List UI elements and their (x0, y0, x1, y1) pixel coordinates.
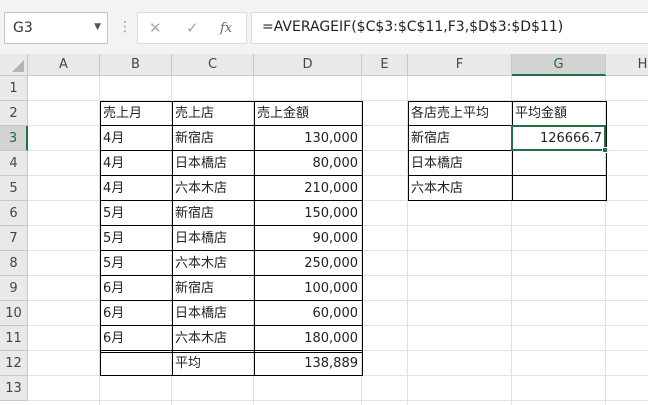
row-header-3[interactable]: 3 (0, 126, 28, 151)
table-border (100, 200, 363, 201)
formula-input[interactable]: =AVERAGEIF($C$3:$C$11,F3,$D$3:$D$11) (251, 12, 648, 44)
row-header-2[interactable]: 2 (0, 101, 28, 126)
header-store-average[interactable]: 各店売上平均 (408, 101, 511, 126)
row-header-10[interactable]: 10 (0, 301, 28, 326)
column-header-c[interactable]: C (172, 54, 254, 76)
cell-month[interactable]: 4月 (100, 126, 171, 151)
table-border (100, 175, 363, 176)
row-header-8[interactable]: 8 (0, 251, 28, 276)
name-box[interactable]: G3 ▼ (4, 12, 108, 44)
fill-handle[interactable] (602, 147, 608, 153)
cell-store[interactable]: 六本木店 (172, 326, 253, 351)
spreadsheet-grid[interactable]: A B C D E F G H 1 2 3 4 5 6 7 8 9 10 11 12 13 売上月 売上店 売上金額 4月 新宿店… (0, 54, 648, 405)
gridline-horizontal (28, 400, 648, 401)
selected-cell-outline (511, 125, 606, 151)
column-header-g[interactable]: G (512, 54, 606, 76)
cell-amount[interactable]: 180,000 (254, 326, 361, 351)
cell-store[interactable]: 六本木店 (172, 176, 253, 201)
cell-store[interactable]: 新宿店 (172, 201, 253, 226)
cell-month[interactable]: 4月 (100, 176, 171, 201)
enter-icon[interactable]: ✓ (186, 19, 199, 37)
cell-month[interactable]: 5月 (100, 251, 171, 276)
table-border (408, 200, 607, 201)
formula-text: =AVERAGEIF($C$3:$C$11,F3,$D$3:$D$11) (262, 19, 564, 35)
cell-store[interactable]: 六本木店 (172, 251, 253, 276)
row-header-5[interactable]: 5 (0, 176, 28, 201)
table-border (100, 300, 363, 301)
formula-buttons: ✕ ✓ fx (137, 12, 247, 44)
chevron-down-icon[interactable]: ▼ (94, 22, 101, 32)
row-header-9[interactable]: 9 (0, 276, 28, 301)
table-border (100, 125, 363, 126)
table-border (100, 325, 363, 326)
insert-function-icon[interactable]: fx (220, 20, 232, 38)
table-border (408, 175, 607, 176)
column-header-f[interactable]: F (408, 54, 512, 76)
table-border (100, 250, 363, 251)
table-border (362, 101, 363, 376)
table-border (172, 101, 173, 376)
row-header-4[interactable]: 4 (0, 151, 28, 176)
cell-month[interactable]: 6月 (100, 326, 171, 351)
column-header-b[interactable]: B (100, 54, 172, 76)
cell-amount[interactable]: 130,000 (254, 126, 361, 151)
cell-store[interactable]: 日本橋店 (172, 151, 253, 176)
row-header-7[interactable]: 7 (0, 226, 28, 251)
table-border (100, 150, 363, 151)
cell-month[interactable]: 5月 (100, 226, 171, 251)
cell-store[interactable]: 日本橋店 (172, 226, 253, 251)
cell-amount[interactable]: 150,000 (254, 201, 361, 226)
header-amount[interactable]: 売上金額 (254, 101, 361, 126)
table-border (100, 350, 363, 351)
row-header-6[interactable]: 6 (0, 201, 28, 226)
column-header-d[interactable]: D (254, 54, 362, 76)
column-header-a[interactable]: A (28, 54, 100, 76)
header-month[interactable]: 売上月 (100, 101, 171, 126)
column-header-e[interactable]: E (362, 54, 408, 76)
cell-amount[interactable]: 90,000 (254, 226, 361, 251)
cell-amount[interactable]: 250,000 (254, 251, 361, 276)
cell-summary-store[interactable]: 新宿店 (408, 126, 511, 151)
cell-summary-store[interactable]: 六本木店 (408, 176, 511, 201)
table-border (512, 101, 513, 201)
cancel-icon[interactable]: ✕ (149, 19, 162, 37)
row-header-12[interactable]: 12 (0, 351, 28, 376)
column-header-h[interactable]: H (606, 54, 648, 76)
cell-month[interactable]: 5月 (100, 201, 171, 226)
header-store[interactable]: 売上店 (172, 101, 253, 126)
formula-bar: G3 ▼ ⋮ ✕ ✓ fx =AVERAGEIF($C$3:$C$11,F3,$… (0, 0, 648, 54)
average-value[interactable]: 138,889 (254, 351, 361, 376)
average-label[interactable]: 平均 (172, 351, 253, 376)
table-border (408, 101, 409, 201)
cell-amount[interactable]: 60,000 (254, 301, 361, 326)
table-border (100, 275, 363, 276)
table-border (100, 375, 363, 376)
cell-store[interactable]: 新宿店 (172, 276, 253, 301)
cell-month[interactable]: 4月 (100, 151, 171, 176)
cell-summary-store[interactable]: 日本橋店 (408, 151, 511, 176)
table-border (100, 225, 363, 226)
cell-amount[interactable]: 210,000 (254, 176, 361, 201)
table-border (100, 101, 101, 376)
table-border (408, 101, 607, 102)
cell-amount[interactable]: 80,000 (254, 151, 361, 176)
header-average-amount[interactable]: 平均金額 (512, 101, 605, 126)
row-header-11[interactable]: 11 (0, 326, 28, 351)
cell-summary-average[interactable] (512, 176, 605, 201)
cell-month[interactable]: 6月 (100, 301, 171, 326)
cell-store[interactable]: 日本橋店 (172, 301, 253, 326)
name-box-value: G3 (13, 20, 33, 36)
more-options-icon[interactable]: ⋮ (118, 14, 132, 40)
table-border (254, 101, 255, 376)
table-border (100, 101, 363, 102)
cell-store[interactable]: 新宿店 (172, 126, 253, 151)
cell-month[interactable]: 6月 (100, 276, 171, 301)
row-header-1[interactable]: 1 (0, 76, 28, 101)
row-header-13[interactable]: 13 (0, 376, 28, 401)
double-border (100, 352, 363, 353)
cell-amount[interactable]: 100,000 (254, 276, 361, 301)
cell-summary-average[interactable] (512, 151, 605, 176)
select-all-button[interactable] (0, 54, 28, 76)
